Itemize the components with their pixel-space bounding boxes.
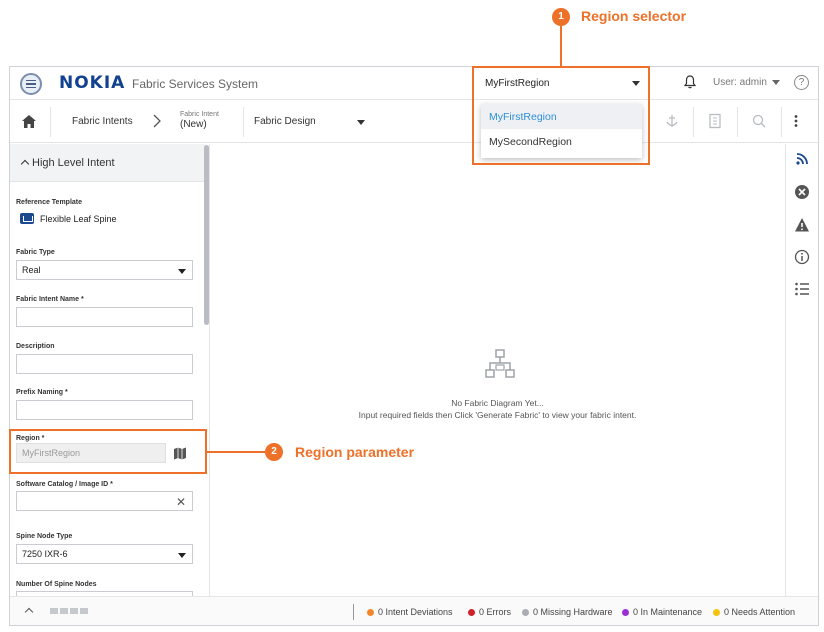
more-vertical-icon[interactable]: [788, 113, 804, 129]
stat-missing-hardware[interactable]: 0 Missing Hardware: [522, 607, 613, 617]
annotation-box-region-selector: [472, 66, 650, 165]
toolbar-divider: [243, 107, 244, 137]
help-icon[interactable]: ?: [794, 75, 809, 90]
annotation-badge-1: 1: [552, 8, 570, 26]
template-icon: [20, 213, 34, 224]
stat-label: 0 Missing Hardware: [533, 607, 613, 617]
status-dot: [468, 608, 475, 616]
annotation-box-region-parameter: [9, 429, 207, 474]
toolbar-divider: [737, 107, 738, 137]
toolbar-divider: [781, 107, 782, 137]
section-header[interactable]: High Level Intent: [10, 144, 205, 182]
hamburger-icon[interactable]: [20, 73, 42, 95]
description-field[interactable]: [16, 354, 193, 374]
annotation-connector-2: [207, 451, 265, 453]
reference-template: Flexible Leaf Spine: [20, 213, 117, 224]
fabric-diagram-canvas: No Fabric Diagram Yet... Input required …: [211, 144, 784, 596]
user-menu[interactable]: User: admin: [713, 77, 780, 88]
fabric-intent-name-field[interactable]: [16, 307, 193, 327]
home-icon[interactable]: [22, 115, 36, 128]
breadcrumb-fabric-intent: Fabric Intent (New): [180, 111, 219, 130]
toolbar-divider: [50, 107, 51, 137]
chevron-up-icon: [20, 159, 30, 169]
info-icon[interactable]: [794, 249, 810, 265]
view-selector[interactable]: Fabric Design: [254, 116, 316, 127]
software-catalog-label: Software Catalog / Image ID *: [16, 481, 113, 488]
stat-label: 0 Intent Deviations: [378, 607, 453, 617]
bell-icon[interactable]: [684, 75, 696, 89]
status-dot: [367, 608, 374, 616]
user-label: User: admin: [713, 77, 767, 88]
error-icon[interactable]: [794, 184, 810, 200]
breadcrumb-fabric-intent-value: (New): [180, 119, 207, 130]
app-window: NOKIA Fabric Services System MyFirstRegi…: [9, 66, 819, 626]
stat-errors[interactable]: 0 Errors: [468, 607, 511, 617]
empty-state-title: No Fabric Diagram Yet...: [451, 398, 544, 408]
stat-needs-attention[interactable]: 0 Needs Attention: [713, 607, 795, 617]
chevron-down-icon: [178, 269, 186, 274]
reference-template-value: Flexible Leaf Spine: [40, 213, 117, 224]
intent-form-panel: High Level Intent Reference Template Fle…: [10, 144, 210, 596]
app-header: NOKIA Fabric Services System MyFirstRegi…: [10, 67, 818, 100]
annotation-label-2: Region parameter: [295, 444, 415, 460]
status-dot: [622, 608, 629, 616]
search-icon[interactable]: [751, 113, 767, 129]
chevron-up-icon[interactable]: [24, 607, 34, 617]
annotation-label-1: Region selector: [581, 8, 687, 24]
fabric-type-label: Fabric Type: [16, 249, 55, 256]
software-catalog-field[interactable]: ✕: [16, 491, 193, 511]
status-dot: [713, 608, 720, 616]
section-title: High Level Intent: [32, 157, 115, 169]
breadcrumb-fabric-intent-caption: Fabric Intent: [180, 111, 219, 118]
status-dot: [522, 608, 529, 616]
stat-label: 0 In Maintenance: [633, 607, 703, 617]
close-icon[interactable]: ✕: [176, 495, 186, 509]
annotation-connector-1: [560, 26, 562, 67]
prefix-naming-label: Prefix Naming *: [16, 389, 68, 396]
chevron-down-icon[interactable]: [357, 120, 365, 125]
spine-node-type-select[interactable]: 7250 IXR-6: [16, 544, 193, 564]
fabric-intent-name-label: Fabric Intent Name *: [16, 296, 84, 303]
stat-label: 0 Errors: [479, 607, 512, 617]
fabric-type-select[interactable]: Real: [16, 260, 193, 280]
rss-icon[interactable]: [794, 151, 810, 167]
spine-node-count-label: Number Of Spine Nodes: [16, 581, 97, 588]
stat-in-maintenance[interactable]: 0 In Maintenance: [622, 607, 702, 617]
document-icon[interactable]: [707, 113, 723, 129]
chevron-right-icon: [153, 114, 161, 128]
warning-icon[interactable]: [794, 217, 810, 233]
spine-node-type-label: Spine Node Type: [16, 533, 73, 540]
reference-template-label: Reference Template: [16, 199, 83, 206]
right-rail: [785, 144, 818, 596]
chevron-down-icon: [178, 553, 186, 558]
footer-divider: [353, 604, 354, 620]
stat-intent-deviations[interactable]: 0 Intent Deviations: [367, 607, 453, 617]
toolbar: Fabric Intents Fabric Intent (New) Fabri…: [10, 101, 818, 143]
fabric-type-value: Real: [22, 265, 41, 275]
annotation-badge-2: 2: [265, 443, 283, 461]
nokia-logo: NOKIA: [59, 73, 126, 93]
list-icon[interactable]: [794, 281, 810, 297]
anchor-icon[interactable]: [664, 113, 680, 129]
status-footer: 0 Intent Deviations 0 Errors 0 Missing H…: [10, 596, 818, 625]
pagination-indicator: [50, 608, 88, 614]
spine-node-type-value: 7250 IXR-6: [22, 549, 68, 559]
stat-label: 0 Needs Attention: [724, 607, 796, 617]
empty-state-hint: Input required fields then Click 'Genera…: [358, 410, 637, 420]
prefix-naming-field[interactable]: [16, 400, 193, 420]
panel-scrollbar[interactable]: [204, 145, 209, 325]
diagram-icon: [485, 349, 515, 378]
description-label: Description: [16, 343, 55, 350]
chevron-down-icon: [771, 80, 780, 85]
app-title: Fabric Services System: [132, 77, 259, 91]
breadcrumb-fabric-intents[interactable]: Fabric Intents: [72, 116, 133, 127]
toolbar-divider: [693, 107, 694, 137]
